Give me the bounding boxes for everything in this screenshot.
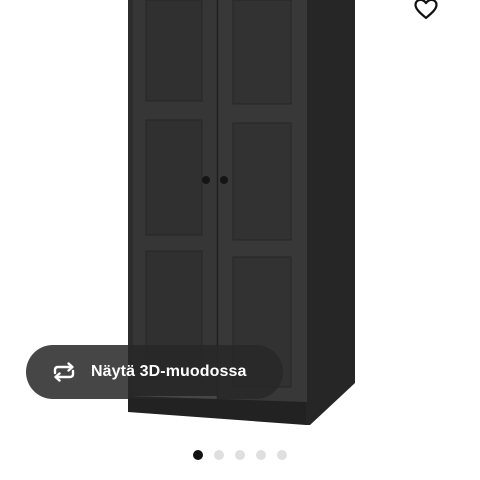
wardrobe-side-panel [306,0,355,425]
view-3d-label: Näytä 3D-muodossa [91,363,247,380]
carousel-dot-1[interactable] [193,450,203,460]
carousel-dot-2[interactable] [214,450,224,460]
favourite-button[interactable] [410,0,442,26]
carousel-dots [0,450,480,460]
left-door-panel-top [145,0,203,102]
carousel-dot-5[interactable] [277,450,287,460]
carousel-dot-3[interactable] [235,450,245,460]
left-door-knob [202,176,210,184]
right-door-panel-middle [232,122,292,241]
carousel-dot-4[interactable] [256,450,266,460]
left-door-panel-middle [145,119,203,236]
right-door-knob [220,176,228,184]
heart-icon [412,0,440,27]
right-door-panel-top [232,0,292,105]
view-3d-button[interactable]: Näytä 3D-muodossa [26,345,283,399]
rotate-icon [50,361,78,383]
